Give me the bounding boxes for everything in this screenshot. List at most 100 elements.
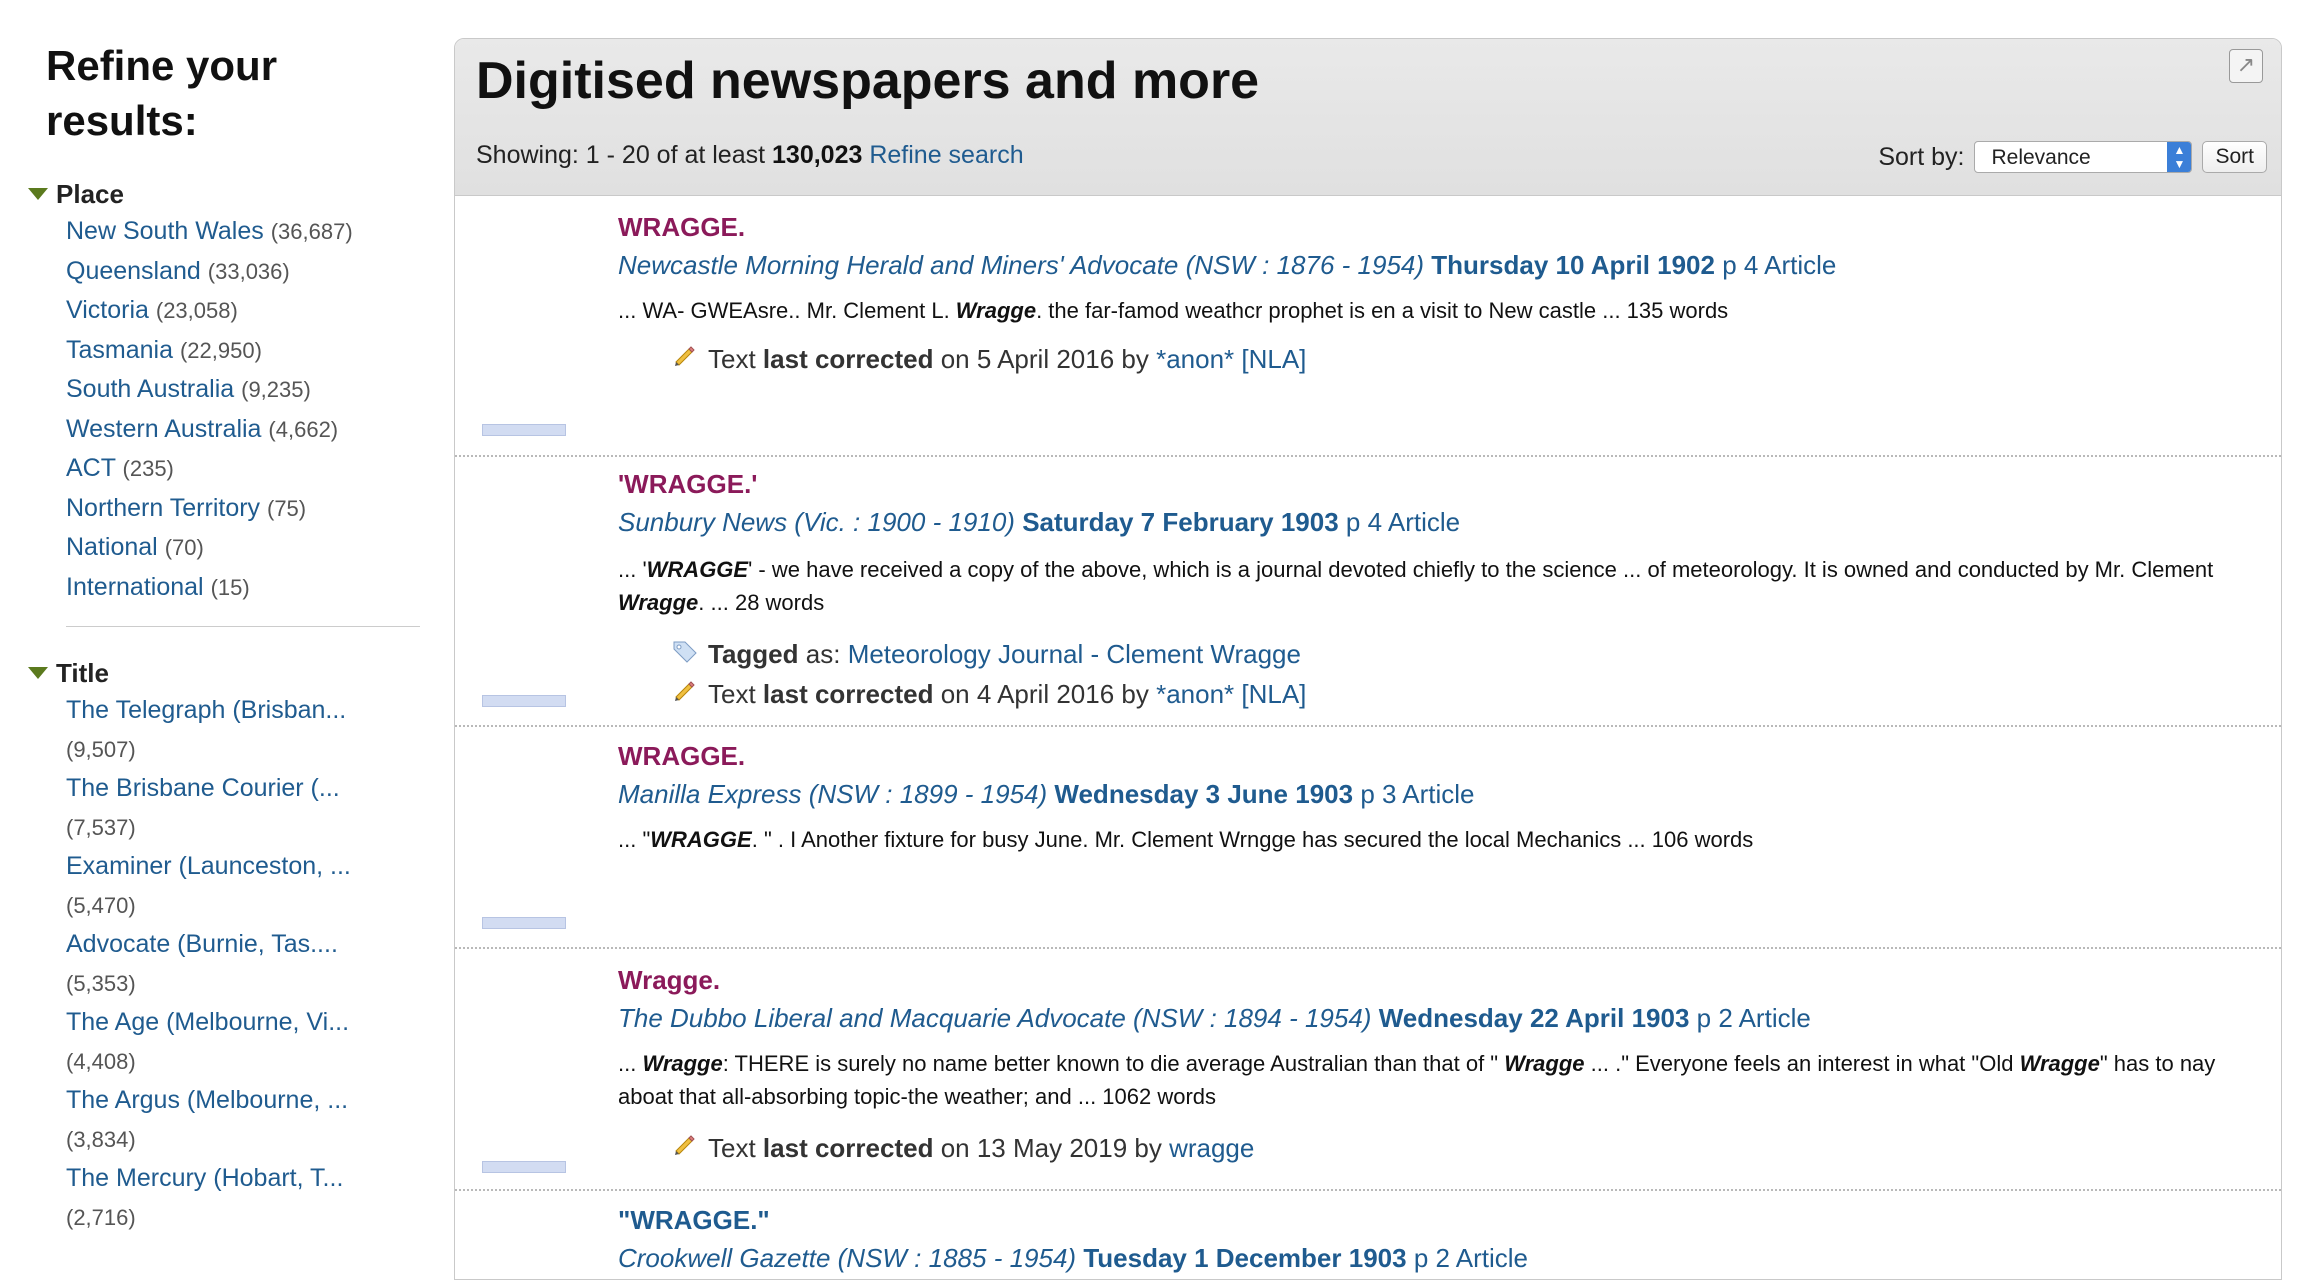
place-count: (15) [210,574,250,600]
place-link[interactable]: Northern Territory [66,494,260,522]
title-link[interactable]: The Brisbane Courier (... [66,774,340,802]
result-snippet: ... WA- GWEAsre.. Mr. Clement L. Wragge.… [618,294,2258,327]
title-item: Advocate (Burnie, Tas.... (5,353) [66,925,438,1003]
correction-user-link[interactable]: *anon* [NLA] [1156,679,1306,709]
snippet-highlight: Wragge [955,298,1037,323]
result-item: WRAGGE. Newcastle Morning Herald and Min… [455,196,2281,457]
place-item: National (70) [66,528,438,568]
facet-title: Title The Telegraph (Brisban... (9,507) T… [28,655,438,1237]
title-item: The Mercury (Hobart, T... (2,716) [66,1159,438,1237]
title-link[interactable]: The Age (Melbourne, Vi... [66,1008,349,1036]
title-link[interactable]: The Mercury (Hobart, T... [66,1164,343,1192]
place-link[interactable]: Tasmania [66,336,173,364]
tagged-as: as: [805,639,841,669]
result-page: p 4 Article [1722,250,1837,280]
title-count: (7,537) [66,815,136,840]
title-item: The Telegraph (Brisban... (9,507) [66,691,438,769]
refine-search-link[interactable]: Refine search [869,141,1023,169]
correction-info: Text last corrected on 4 April 2016 by *… [670,677,1306,710]
result-source-link[interactable]: Newcastle Morning Herald and Miners' Adv… [618,250,1836,280]
correction-user-link[interactable]: *anon* [NLA] [1156,344,1306,374]
result-newspaper: Crookwell Gazette (NSW : 1885 - 1954) [618,1243,1077,1273]
result-source: Newcastle Morning Herald and Miners' Adv… [618,250,1836,281]
place-item: Victoria (23,058) [66,291,438,331]
title-count: (3,834) [66,1127,136,1152]
result-page: p 3 Article [1360,779,1475,809]
result-title[interactable]: WRAGGE. [618,741,745,772]
relevance-bar [482,1161,566,1173]
tag-icon [670,637,700,670]
result-date: Saturday 7 February 1903 [1022,507,1339,537]
title-link[interactable]: The Argus (Melbourne, ... [66,1086,348,1114]
correction-text: Text [708,344,756,374]
result-source-link[interactable]: Sunbury News (Vic. : 1900 - 1910) Saturd… [618,507,1460,537]
place-count: (235) [122,456,174,481]
facet-title-toggle[interactable]: Title [28,655,438,691]
title-link[interactable]: Examiner (Launceston, ... [66,852,351,880]
snippet-text: . ... 28 words [698,590,825,615]
place-link[interactable]: Victoria [66,296,149,324]
title-count: (5,353) [66,971,136,996]
place-item: ACT (235) [66,449,438,489]
result-source-link[interactable]: Crookwell Gazette (NSW : 1885 - 1954) Tu… [618,1243,1528,1273]
correction-date: on 4 April 2016 by [940,679,1149,709]
collapse-triangle-icon [28,667,48,680]
snippet-text: : THERE is surely no name better known t… [722,1051,1505,1076]
snippet-highlight: Wragge [1504,1051,1585,1076]
result-newspaper: Sunbury News (Vic. : 1900 - 1910) [618,507,1015,537]
facet-divider [66,626,420,627]
snippet-text: ... [618,1051,643,1076]
relevance-bar [482,917,566,929]
place-count: (23,058) [155,298,238,323]
result-page: p 4 Article [1345,507,1461,537]
place-link[interactable]: National [66,533,158,561]
place-link[interactable]: South Australia [66,375,234,403]
place-link[interactable]: Western Australia [66,415,261,443]
place-link[interactable]: Queensland [66,257,201,285]
result-title[interactable]: WRAGGE. [618,212,745,243]
correction-bold: last corrected [762,344,934,374]
result-date: Tuesday 1 December 1903 [1083,1243,1407,1273]
snippet-highlight: Wragge [2019,1051,2100,1076]
correction-bold: last corrected [762,1133,934,1163]
snippet-highlight: Wragge [642,1051,723,1076]
sort-label: Sort by: [1878,142,1965,171]
result-page: p 2 Article [1696,1003,1811,1033]
correction-date: on 5 April 2016 by [940,344,1149,374]
place-item: International (15) [66,568,438,608]
snippet-text: ... " [618,827,651,852]
sort-selected-value: Relevance [1991,146,2091,169]
result-date: Wednesday 22 April 1903 [1378,1003,1690,1033]
refine-sidebar: Refine your results: Place New South Wal… [0,0,440,1238]
result-item: Wragge. The Dubbo Liberal and Macquarie … [455,949,2281,1191]
facet-place-toggle[interactable]: Place [28,176,438,212]
showing-prefix: Showing: 1 - 20 of at least [476,141,766,169]
sort-select[interactable]: Relevance ▲ ▼ [1974,141,2193,173]
result-source-link[interactable]: The Dubbo Liberal and Macquarie Advocate… [618,1003,1811,1033]
expand-icon[interactable]: ↗ [2229,49,2263,83]
relevance-bar [482,695,566,707]
sort-button[interactable]: Sort [2202,141,2267,173]
place-item: Northern Territory (75) [66,489,438,529]
tag-link[interactable]: Meteorology Journal - Clement Wragge [848,639,1301,669]
result-title[interactable]: "WRAGGE." [618,1205,770,1236]
select-arrows-icon: ▲ ▼ [2167,142,2192,172]
result-source: Crookwell Gazette (NSW : 1885 - 1954) Tu… [618,1243,1528,1274]
place-item: New South Wales (36,687) [66,212,438,252]
place-link[interactable]: ACT [66,454,116,482]
place-item: South Australia (9,235) [66,370,438,410]
snippet-text: . the far-famod weathcr prophet is en a … [1036,298,1729,323]
result-source-link[interactable]: Manilla Express (NSW : 1899 - 1954) Wedn… [618,779,1474,809]
title-link[interactable]: Advocate (Burnie, Tas.... [66,930,338,958]
place-link[interactable]: New South Wales [66,217,264,245]
place-link[interactable]: International [66,573,204,601]
title-link[interactable]: The Telegraph (Brisban... [66,696,346,724]
snippet-highlight: WRAGGE [650,827,752,852]
result-title[interactable]: 'WRAGGE.' [618,469,757,500]
correction-user-link[interactable]: wragge [1169,1133,1254,1163]
result-item: 'WRAGGE.' Sunbury News (Vic. : 1900 - 19… [455,457,2281,727]
snippet-text: ... WA- GWEAsre.. Mr. Clement L. [618,298,956,323]
result-snippet: ... 'WRAGGE' - we have received a copy o… [618,553,2258,619]
result-title[interactable]: Wragge. [618,965,720,996]
title-item: The Argus (Melbourne, ... (3,834) [66,1081,438,1159]
